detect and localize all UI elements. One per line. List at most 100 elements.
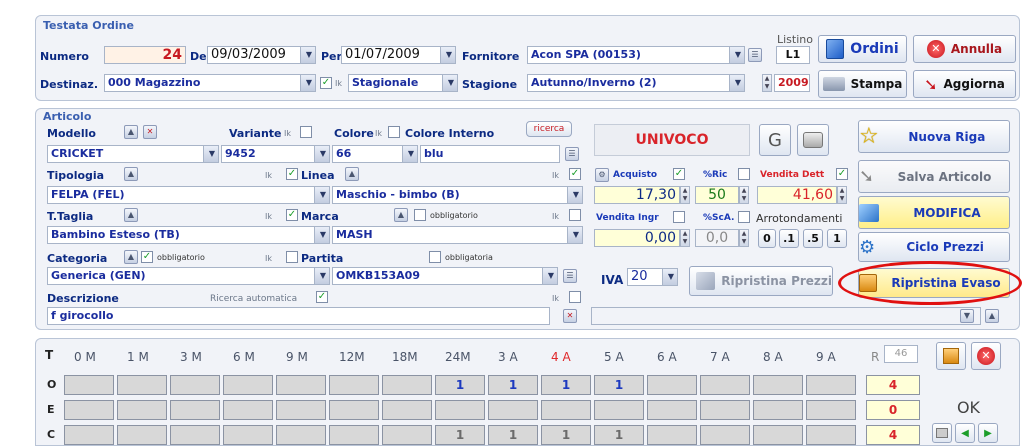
ordini-button[interactable]: Ordini xyxy=(818,35,907,63)
taglia-ik-checkbox[interactable]: ✓ xyxy=(286,209,298,221)
linea-ik-checkbox[interactable]: ✓ xyxy=(569,168,581,180)
grid-cell[interactable] xyxy=(223,425,273,445)
grid-cell[interactable] xyxy=(117,400,167,420)
stagionale-ik-checkbox[interactable]: ✓ xyxy=(320,77,332,89)
taglia-select[interactable]: Bambino Esteso (TB) ▼ xyxy=(47,226,330,244)
categoria-up-icon[interactable]: ▲ xyxy=(124,250,138,264)
grid-cell[interactable] xyxy=(276,425,326,445)
grid-cell[interactable] xyxy=(117,425,167,445)
grid-cell[interactable]: 1 xyxy=(541,425,591,445)
vendita-ingr-field[interactable]: 0,00 xyxy=(594,229,680,247)
grid-cell[interactable]: 1 xyxy=(435,425,485,445)
sca-field[interactable]: 0,0 xyxy=(695,229,739,247)
fornitore-select[interactable]: Acon SPA (00153) ▼ xyxy=(527,46,745,64)
categoria-select[interactable]: Generica (GEN) ▼ xyxy=(47,267,330,285)
modello-up-icon[interactable]: ▲ xyxy=(124,125,138,139)
camera-button[interactable] xyxy=(797,124,829,156)
r-field[interactable]: 46 xyxy=(884,345,918,363)
grid-cell[interactable] xyxy=(647,375,697,395)
acquisto-settings-icon[interactable]: ⚙ xyxy=(595,168,609,182)
grid-cell[interactable] xyxy=(806,400,856,420)
note-up-icon[interactable]: ▲ xyxy=(985,309,999,323)
tipologia-ik-checkbox[interactable]: ✓ xyxy=(286,168,298,180)
modifica-button[interactable]: MODIFICA xyxy=(858,196,1010,229)
vendita-dett-spinner[interactable]: ▲ ▼ xyxy=(837,186,847,204)
grid-cell[interactable] xyxy=(117,375,167,395)
grid-cell[interactable]: 1 xyxy=(488,425,538,445)
vendita-dett-field[interactable]: 41,60 xyxy=(757,186,837,204)
size-grid-button[interactable] xyxy=(936,342,966,370)
grid-cell[interactable] xyxy=(170,400,220,420)
vendita-dett-checkbox[interactable]: ✓ xyxy=(836,168,848,180)
grid-cell[interactable] xyxy=(700,400,750,420)
linea-select[interactable]: Maschio - bimbo (B) ▼ xyxy=(332,186,583,204)
descrizione-clear-icon[interactable]: ✕ xyxy=(563,309,577,323)
per-date-picker[interactable]: 01/07/2009 ▼ xyxy=(341,46,456,64)
ok-button[interactable]: OK xyxy=(936,396,1001,418)
grid-cell[interactable] xyxy=(64,400,114,420)
modello-clear-icon[interactable]: ✕ xyxy=(143,125,157,139)
categoria-ik-checkbox[interactable] xyxy=(286,251,298,263)
grid-cell[interactable]: 1 xyxy=(594,375,644,395)
acquisto-spinner[interactable]: ▲ ▼ xyxy=(680,186,690,204)
fornitore-lookup-icon[interactable]: ☰ xyxy=(748,48,762,62)
grid-cell[interactable] xyxy=(64,375,114,395)
tipo-stagione-select[interactable]: Stagionale ▼ xyxy=(348,74,458,92)
grid-cell[interactable] xyxy=(488,400,538,420)
ric-spinner[interactable]: ▲ ▼ xyxy=(739,186,749,204)
marca-up-icon[interactable]: ▲ xyxy=(394,208,408,222)
round-0-button[interactable]: 0 xyxy=(758,229,776,248)
linea-up-icon[interactable]: ▲ xyxy=(345,167,359,181)
note-dropdown-icon[interactable]: ▼ xyxy=(960,309,974,323)
listino-field[interactable]: L1 xyxy=(776,46,810,64)
marca-ik-checkbox[interactable] xyxy=(569,209,581,221)
grid-cell[interactable] xyxy=(276,375,326,395)
variante-ik-checkbox[interactable] xyxy=(300,126,312,138)
numero-field[interactable]: 24 xyxy=(104,46,186,64)
ricerca-automatica-checkbox[interactable]: ✓ xyxy=(316,291,328,303)
variante-select[interactable]: 9452 ▼ xyxy=(221,145,330,163)
colore-interno-field[interactable]: blu xyxy=(420,145,560,163)
grid-cell[interactable] xyxy=(276,400,326,420)
ripristina-prezzi-button[interactable]: Ripristina Prezzi xyxy=(689,266,833,296)
acquisto-checkbox[interactable]: ✓ xyxy=(673,168,685,180)
grid-cell[interactable] xyxy=(382,375,432,395)
sca-spinner[interactable]: ▲ ▼ xyxy=(739,229,749,247)
grid-cell[interactable]: 1 xyxy=(488,375,538,395)
grid-cell[interactable] xyxy=(753,425,803,445)
grid-cell[interactable] xyxy=(329,400,379,420)
colore-ik-checkbox[interactable] xyxy=(388,126,400,138)
tipologia-select[interactable]: FELPA (FEL) ▼ xyxy=(47,186,330,204)
grid-camera-button[interactable] xyxy=(932,423,952,443)
ciclo-prezzi-button[interactable]: ⚙ Ciclo Prezzi xyxy=(858,232,1010,262)
categoria-obbligatorio-checkbox[interactable]: ✓ xyxy=(141,251,153,263)
grid-cell[interactable] xyxy=(753,375,803,395)
grid-cell[interactable] xyxy=(806,425,856,445)
grid-cell[interactable] xyxy=(647,400,697,420)
grid-cell[interactable] xyxy=(753,400,803,420)
ric-field[interactable]: 50 xyxy=(695,186,739,204)
annulla-button[interactable]: ✕ Annulla xyxy=(913,35,1016,63)
grid-prev-button[interactable]: ◀ xyxy=(955,423,975,443)
descrizione-ik-checkbox[interactable] xyxy=(569,291,581,303)
stampa-button[interactable]: Stampa xyxy=(818,70,907,98)
note-select[interactable] xyxy=(591,307,981,325)
del-date-picker[interactable]: 09/03/2009 ▼ xyxy=(207,46,316,64)
descrizione-field[interactable]: f girocollo xyxy=(47,307,550,325)
grid-cell[interactable]: 1 xyxy=(541,375,591,395)
partita-select[interactable]: OMKB153A09 ▼ xyxy=(332,267,558,285)
anno-spinner[interactable]: ▲ ▼ xyxy=(762,74,772,92)
stagione-select[interactable]: Autunno/Inverno (2) ▼ xyxy=(527,74,745,92)
marca-select[interactable]: MASH ▼ xyxy=(332,226,583,244)
grid-cell[interactable] xyxy=(806,375,856,395)
colore-interno-lookup-icon[interactable]: ☰ xyxy=(565,147,579,161)
grid-cell[interactable] xyxy=(382,425,432,445)
grid-cell[interactable] xyxy=(700,425,750,445)
grid-cell[interactable] xyxy=(329,375,379,395)
modello-select[interactable]: CRICKET ▼ xyxy=(47,145,219,163)
grid-cell[interactable] xyxy=(223,400,273,420)
acquisto-field[interactable]: 17,30 xyxy=(594,186,680,204)
salva-articolo-button[interactable]: ➘ Salva Articolo xyxy=(858,160,1010,193)
grid-cell[interactable]: 1 xyxy=(435,375,485,395)
round-1-button[interactable]: 1 xyxy=(827,229,847,248)
